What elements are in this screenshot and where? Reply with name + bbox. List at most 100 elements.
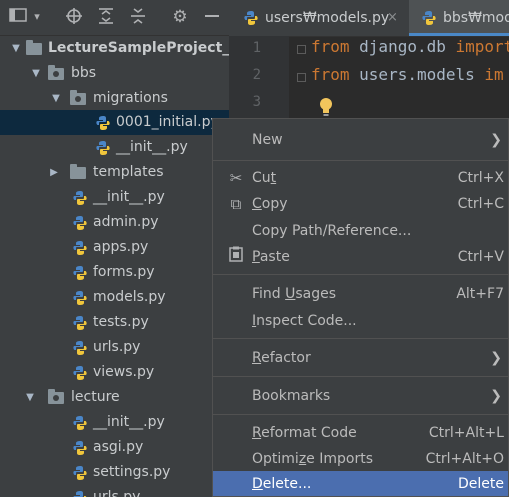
code-line[interactable]: from django.db import [311, 37, 509, 56]
menu-item-shortcut: Alt+F7 [456, 286, 504, 302]
locate-icon[interactable] [64, 7, 84, 27]
hide-icon[interactable] [202, 7, 222, 27]
menu-item-copy-path[interactable]: Copy Path/Reference... [213, 218, 508, 244]
tree-label: admin.py [93, 214, 159, 230]
chevron-down-icon[interactable]: ▼ [50, 86, 62, 111]
menu-item-delete[interactable]: Delete... Delete [213, 471, 508, 496]
python-file-icon [96, 141, 110, 155]
line-number: 1 [252, 40, 261, 56]
python-file-icon [73, 491, 87, 497]
menu-separator [213, 160, 508, 161]
dropdown-icon[interactable]: ▾ [30, 7, 44, 27]
collapse-all-icon[interactable] [128, 7, 148, 27]
menu-item-label: Reformat Code [252, 425, 357, 441]
menu-item-label: Find Usages [252, 286, 337, 302]
tree-label: __init__.py [116, 139, 188, 155]
chevron-down-icon[interactable]: ▼ [30, 61, 42, 86]
project-view-icon[interactable] [8, 7, 28, 27]
tree-row-urls[interactable]: urls.py [0, 335, 229, 360]
gear-icon[interactable]: ⚙ [170, 7, 190, 27]
python-file-icon [73, 216, 87, 230]
tree-row-views[interactable]: views.py [0, 360, 229, 385]
chevron-right-icon: ❯ [490, 350, 502, 366]
menu-item-label: Paste [252, 249, 290, 265]
line-number: 2 [252, 67, 261, 83]
menu-item-paste[interactable]: Paste Ctrl+V [213, 244, 508, 270]
tree-row-models[interactable]: models.py [0, 285, 229, 310]
context-menu: New ❯ ✂ Cut Ctrl+X ⧉ Copy Ctrl+C Copy Pa… [212, 118, 509, 497]
tree-row-templates[interactable]: ▶ templates [0, 160, 229, 185]
tree-label: migrations [93, 90, 168, 106]
tree-label: urls.py [93, 339, 141, 355]
tree-row-lecture[interactable]: ▼ lecture [0, 385, 229, 410]
tab-label: users₩models.py [265, 10, 390, 26]
menu-item-label: Cut [252, 170, 277, 186]
fold-marker-icon[interactable] [297, 73, 306, 82]
tree-label: bbs [71, 65, 97, 81]
python-file-icon [73, 416, 87, 430]
menu-item-new[interactable]: New ❯ [213, 127, 508, 153]
chevron-right-icon[interactable]: ▶ [48, 160, 60, 185]
tree-row-tests[interactable]: tests.py [0, 310, 229, 335]
tree-label: templates [93, 164, 164, 180]
menu-item-shortcut: Ctrl+C [457, 196, 504, 212]
expand-all-icon[interactable] [96, 7, 116, 27]
tree-row-lecture-init[interactable]: __init__.py [0, 410, 229, 435]
project-panel: ▾ ⚙ ▼ LectureSampleProject_021 ▼ bbs ▼ m… [0, 0, 229, 497]
python-file-icon [422, 11, 436, 25]
tree-row-lecture-urls[interactable]: urls.py [0, 485, 229, 497]
python-file-icon [73, 316, 87, 330]
tree-row-init[interactable]: __init__.py [0, 135, 229, 160]
menu-item-reformat-code[interactable]: Reformat Code Ctrl+Alt+L [213, 420, 508, 446]
menu-item-inspect-code[interactable]: Inspect Code... [213, 308, 508, 334]
menu-item-shortcut: Ctrl+X [457, 170, 504, 186]
module-name: users.models [349, 65, 485, 84]
python-file-icon [73, 241, 87, 255]
tree-row-apps[interactable]: apps.py [0, 235, 229, 260]
chevron-right-icon: ❯ [490, 388, 502, 404]
tree-label: urls.py [93, 489, 141, 497]
tree-row-admin[interactable]: admin.py [0, 210, 229, 235]
tree-row-root[interactable]: ▼ LectureSampleProject_021 [0, 36, 229, 61]
tree-label: views.py [93, 364, 155, 380]
python-file-icon [73, 341, 87, 355]
menu-item-cut[interactable]: ✂ Cut Ctrl+X [213, 165, 508, 191]
close-icon[interactable]: × [387, 0, 398, 36]
fold-marker-icon[interactable] [297, 45, 306, 54]
line-number: 3 [252, 94, 261, 110]
tree-label: LectureSampleProject_021 [48, 40, 229, 56]
chevron-down-icon[interactable]: ▼ [10, 36, 22, 61]
menu-item-bookmarks[interactable]: Bookmarks ❯ [213, 383, 508, 409]
code-line[interactable]: from users.models im [311, 65, 504, 84]
tree-row-bbs[interactable]: ▼ bbs [0, 61, 229, 86]
menu-item-label: Bookmarks [252, 388, 331, 404]
menu-item-shortcut: Ctrl+Alt+L [428, 425, 504, 441]
tree-label: __init__.py [93, 189, 165, 205]
tree-row-settings[interactable]: settings.py [0, 460, 229, 485]
package-icon [70, 90, 86, 105]
python-file-icon [96, 116, 110, 130]
tab-users-models[interactable]: users₩models.py × [229, 0, 407, 36]
menu-item-optimize-imports[interactable]: Optimize Imports Ctrl+Alt+O [213, 446, 508, 472]
python-file-icon [73, 366, 87, 380]
tree-label: lecture [71, 389, 120, 405]
bulb-icon[interactable] [318, 97, 334, 117]
tab-bbs-models[interactable]: bbs₩mod [409, 0, 509, 36]
menu-item-copy[interactable]: ⧉ Copy Ctrl+C [213, 191, 508, 217]
tree-row-migrations[interactable]: ▼ migrations [0, 86, 229, 111]
tree-row-forms[interactable]: forms.py [0, 260, 229, 285]
menu-separator [213, 414, 508, 415]
tree-row-asgi[interactable]: asgi.py [0, 435, 229, 460]
menu-item-find-usages[interactable]: Find Usages Alt+F7 [213, 281, 508, 307]
tree-row-bbs-init[interactable]: __init__.py [0, 185, 229, 210]
paste-icon [227, 244, 245, 270]
menu-item-shortcut: Delete [458, 476, 504, 492]
chevron-down-icon[interactable]: ▼ [24, 385, 36, 410]
tree-row-0001-initial[interactable]: 0001_initial.py [0, 110, 229, 135]
tab-label: bbs₩mod [443, 10, 509, 26]
tree-label: tests.py [93, 314, 149, 330]
tree-label: __init__.py [93, 414, 165, 430]
menu-separator [213, 376, 508, 377]
keyword: from [311, 37, 350, 56]
menu-item-refactor[interactable]: Refactor ❯ [213, 345, 508, 371]
